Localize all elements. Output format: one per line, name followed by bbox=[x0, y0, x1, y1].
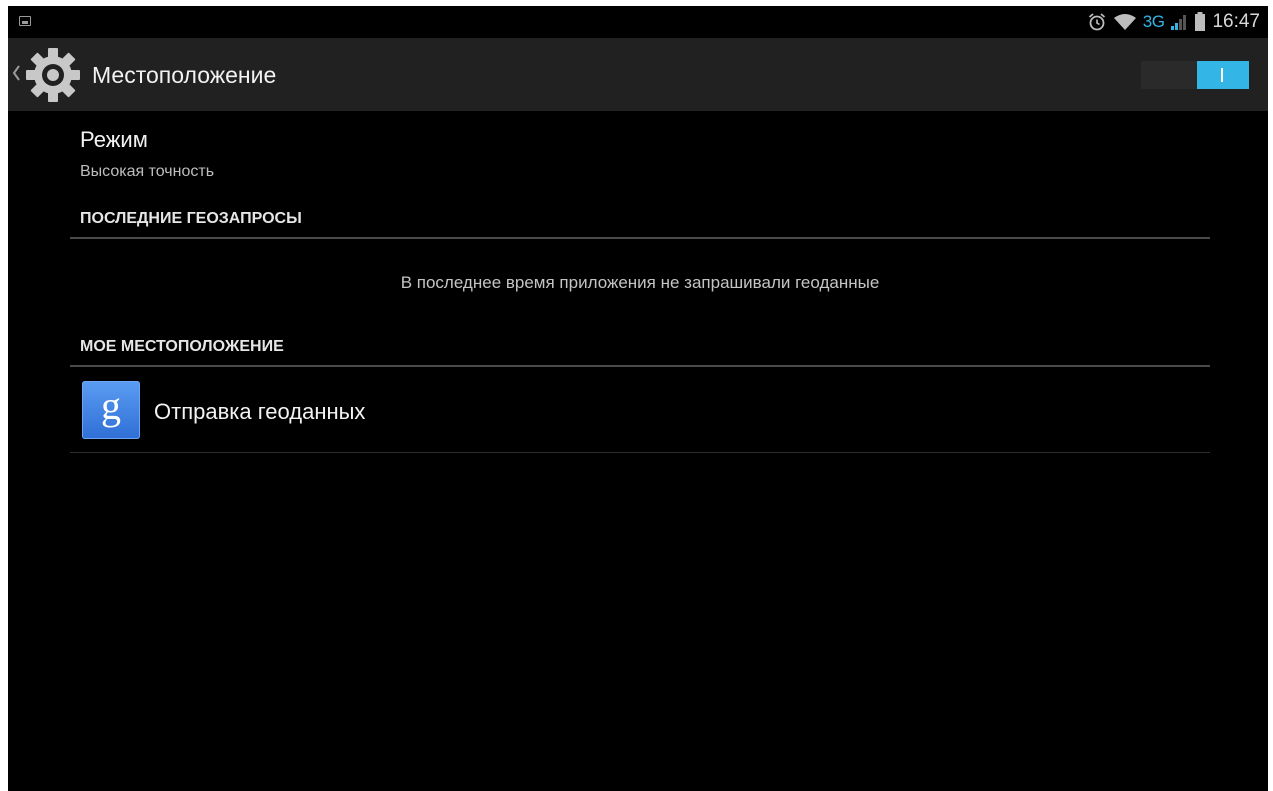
send-geodata-item[interactable]: g Отправка геоданных bbox=[70, 373, 1210, 453]
google-icon-letter: g bbox=[101, 383, 121, 428]
notification-image-icon bbox=[19, 16, 31, 26]
status-bar: 3G 16:47 bbox=[8, 6, 1268, 38]
back-chevron-icon[interactable] bbox=[11, 63, 21, 83]
battery-icon bbox=[1194, 12, 1206, 32]
recent-requests-empty-message: В последнее время приложения не запрашив… bbox=[400, 273, 880, 292]
location-toggle-switch[interactable] bbox=[1141, 61, 1249, 89]
recent-requests-header-label: ПОСЛЕДНИЕ ГЕОЗАПРОСЫ bbox=[80, 210, 302, 227]
mode-title: Режим bbox=[80, 127, 148, 152]
settings-gear-icon[interactable] bbox=[24, 46, 82, 104]
signal-icon bbox=[1170, 13, 1188, 31]
wifi-icon bbox=[1113, 13, 1137, 31]
clock-time: 16:47 bbox=[1212, 11, 1260, 32]
alarm-icon bbox=[1087, 12, 1107, 32]
my-location-header: МОЕ МЕСТОПОЛОЖЕНИЕ bbox=[70, 333, 1210, 367]
my-location-header-label: МОЕ МЕСТОПОЛОЖЕНИЕ bbox=[80, 338, 284, 355]
page-title: Местоположение bbox=[92, 62, 277, 88]
mode-preference[interactable]: Режим Высокая точность bbox=[70, 124, 1210, 188]
switch-thumb[interactable] bbox=[1197, 61, 1249, 89]
mode-summary: Высокая точность bbox=[80, 163, 215, 180]
network-type-label: 3G bbox=[1142, 12, 1165, 31]
recent-requests-header: ПОСЛЕДНИЕ ГЕОЗАПРОСЫ bbox=[70, 205, 1210, 239]
google-settings-icon: g bbox=[82, 381, 140, 439]
action-bar: Местоположение bbox=[8, 38, 1268, 111]
screen: 3G 16:47 Местоположение Режим Высокая то… bbox=[8, 6, 1268, 791]
send-geodata-label: Отправка геоданных bbox=[154, 399, 366, 424]
status-icons: 3G 16:47 bbox=[1087, 6, 1260, 38]
